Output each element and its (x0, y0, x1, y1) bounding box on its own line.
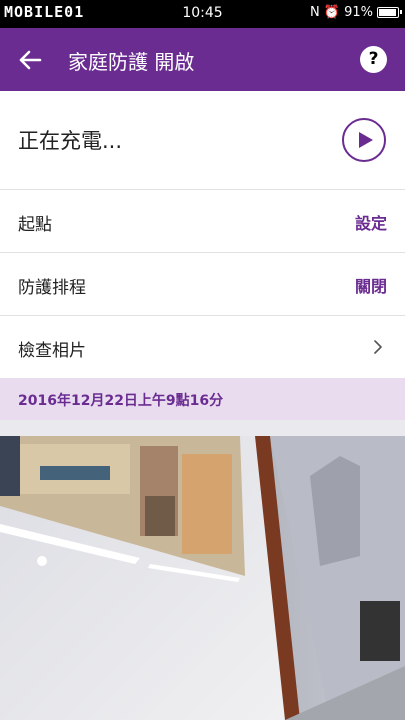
status-bar: MOBILE01 10:45 N ⏰ 91% (0, 0, 405, 28)
schedule-label: 防護排程 (18, 278, 86, 298)
page-title: 家庭防護 開啟 (68, 50, 195, 74)
start-point-set-link[interactable]: 設定 (355, 210, 387, 234)
nfc-alarm-icons: N ⏰ (310, 5, 341, 20)
arrow-left-icon[interactable] (14, 44, 46, 76)
charging-status: 正在充電... (18, 129, 123, 153)
battery-percent: 91% (344, 5, 373, 20)
battery-icon (377, 7, 402, 18)
divider (0, 420, 405, 436)
start-point-label: 起點 (18, 215, 52, 235)
play-icon (359, 132, 373, 148)
chevron-right-icon (373, 339, 383, 359)
schedule-status[interactable]: 關閉 (355, 273, 387, 297)
row-start-point[interactable]: 起點 設定 (0, 190, 405, 253)
camera-snapshot-image[interactable] (0, 436, 405, 720)
device-status-row: 正在充電... (0, 91, 405, 190)
help-button[interactable]: ? (360, 46, 387, 73)
play-button[interactable] (342, 118, 386, 162)
app-bar: 家庭防護 開啟 ? (0, 28, 405, 91)
check-photos-label: 檢查相片 (18, 341, 86, 361)
photo-timestamp-bar: 2016年12月22日上午9點16分 (0, 378, 405, 420)
photo-timestamp: 2016年12月22日上午9點16分 (18, 393, 224, 409)
row-check-photos[interactable]: 檢查相片 (0, 316, 405, 379)
status-indicators: N ⏰ 91% (310, 5, 402, 20)
row-protection-schedule[interactable]: 防護排程 關閉 (0, 253, 405, 316)
